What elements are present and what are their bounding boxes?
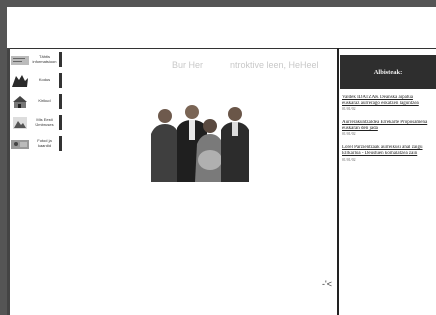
group-photo: [147, 104, 253, 182]
sidebar-item-photos[interactable]: Fotod ja kaardid: [10, 134, 62, 153]
nav-bullet: [59, 52, 62, 67]
photo-icon: [10, 136, 30, 152]
banner-text-2: ntroktive leen, HeHeel: [230, 60, 319, 70]
banner-text-1: Bur Her: [172, 60, 204, 70]
news-item[interactable]: Lorel Parzientzaak aurreikusi ahal zaigu…: [342, 145, 434, 161]
sidebar-item-label: Fotod ja kaardid: [37, 137, 52, 148]
news-link[interactable]: Aurrerakuntzaldea Errekarte Proposamena: [342, 120, 434, 126]
news-link-line2[interactable]: euskaran den jada: [342, 126, 434, 132]
news-list: Valdek IDATZAK Deanska aipatua euskaraz …: [340, 89, 436, 162]
news-item[interactable]: Aurrerakuntzaldea Errekarte Proposamena …: [342, 120, 434, 136]
panel-title: Albisteak:: [340, 55, 436, 89]
document-icon: [10, 52, 30, 68]
news-date: 01/01/02: [342, 132, 356, 137]
sidebar-item-label: Mis Eesti Ümbruses: [35, 116, 54, 127]
news-link-line2[interactable]: euskaraz aurrerago eskatzen laguntzea: [342, 101, 434, 107]
news-panel: Albisteak: Valdek IDATZAK Deanska aipatu…: [340, 55, 436, 171]
sidebar-nav: Tähtis informatsioon Kodus Kirikud Mis E…: [10, 50, 62, 155]
news-link-line2[interactable]: Elrkarloa - Deustuen komalatzea zain: [342, 151, 434, 157]
landscape-icon: [10, 115, 30, 131]
sidebar-item-label: Kirikud: [38, 98, 51, 104]
sidebar-item-churches[interactable]: Kirikud: [10, 92, 62, 111]
sidebar-item-important[interactable]: Tähtis informatsioon: [10, 50, 62, 69]
marquee-banner: Bur Her ntroktive leen, HeHeel: [150, 60, 350, 72]
sidebar-item-label: Kodus: [38, 77, 51, 83]
column-divider: [337, 48, 339, 315]
news-item[interactable]: Valdek IDATZAK Deanska aipatua euskaraz …: [342, 95, 434, 111]
cursor-glyph: -'<: [322, 279, 332, 289]
church-icon: [10, 94, 30, 110]
header-divider: [7, 48, 436, 49]
sidebar-item-surroundings[interactable]: Mis Eesti Ümbruses: [10, 113, 62, 132]
nav-bullet: [59, 73, 62, 88]
news-date: 01/01/02: [342, 157, 356, 162]
sidebar-item-home[interactable]: Kodus: [10, 71, 62, 90]
sidebar-item-label: Tähtis informatsioon: [32, 53, 57, 64]
news-date: 01/01/02: [342, 107, 356, 112]
nav-bullet: [59, 115, 62, 130]
nav-bullet: [59, 94, 62, 109]
nav-bullet: [59, 136, 62, 151]
lion-logo-icon: [10, 73, 30, 89]
